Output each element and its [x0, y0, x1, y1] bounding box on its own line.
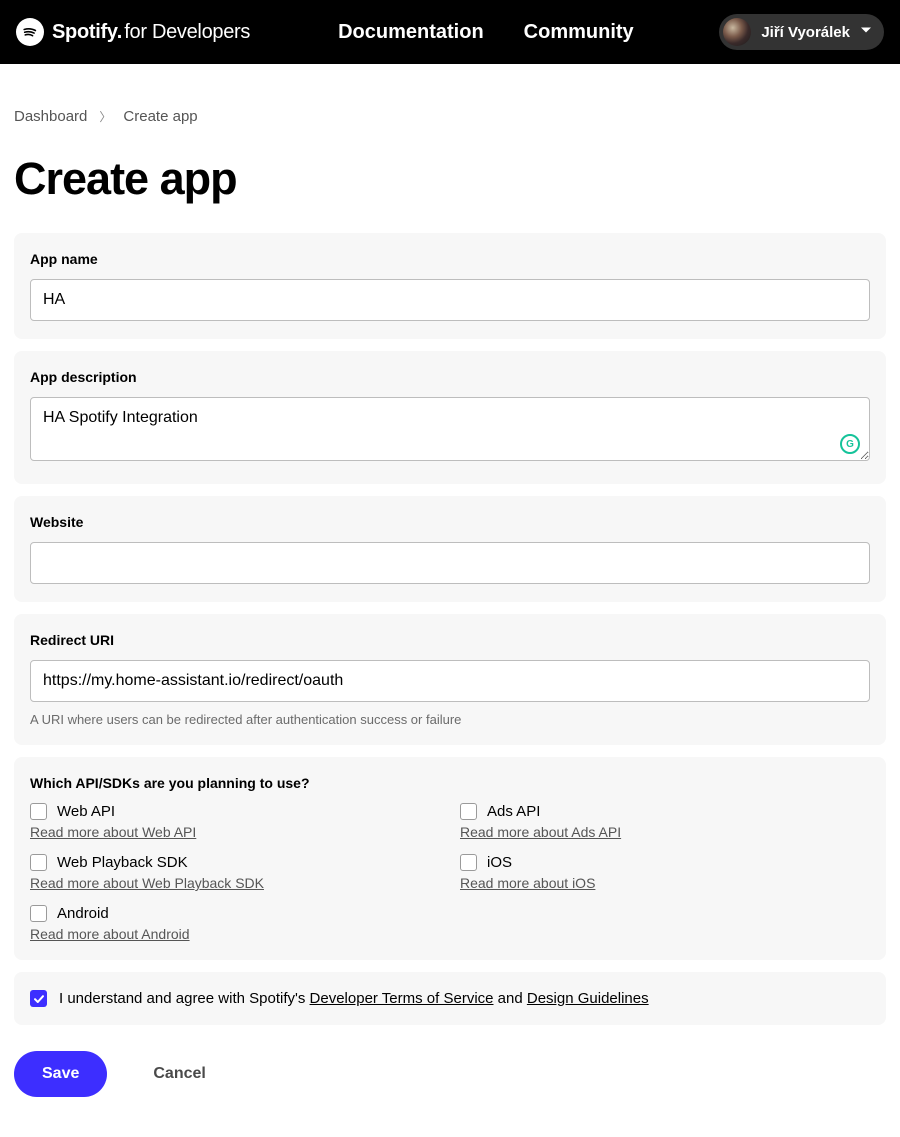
chevron-down-icon: [860, 23, 872, 41]
app-description-label: App description: [30, 369, 870, 385]
api-name: iOS: [487, 854, 512, 871]
breadcrumb: Dashboard 〉 Create app: [14, 64, 886, 125]
brand-main: Spotify: [52, 21, 118, 44]
redirect-uri-hint: A URI where users can be redirected afte…: [30, 712, 870, 727]
spotify-icon: [16, 18, 44, 46]
checkbox-ios[interactable]: [460, 854, 477, 871]
nav-documentation[interactable]: Documentation: [338, 21, 484, 44]
api-link-ads-api[interactable]: Read more about Ads API: [460, 824, 870, 840]
avatar: [723, 18, 751, 46]
api-name: Web Playback SDK: [57, 854, 188, 871]
apis-card: Which API/SDKs are you planning to use? …: [14, 757, 886, 960]
cancel-button[interactable]: Cancel: [153, 1065, 205, 1083]
agreement-card: I understand and agree with Spotify's De…: [14, 972, 886, 1025]
action-row: Save Cancel: [14, 1051, 886, 1097]
api-item-web-api: Web API Read more about Web API: [30, 803, 440, 840]
api-item-ios: iOS Read more about iOS: [460, 854, 870, 891]
breadcrumb-root[interactable]: Dashboard: [14, 108, 87, 125]
brand-text: Spotify . for Developers: [52, 21, 250, 44]
checkbox-web-api[interactable]: [30, 803, 47, 820]
apis-label: Which API/SDKs are you planning to use?: [30, 775, 870, 791]
api-link-web-playback-sdk[interactable]: Read more about Web Playback SDK: [30, 875, 440, 891]
api-link-ios[interactable]: Read more about iOS: [460, 875, 870, 891]
page-title: Create app: [14, 153, 886, 205]
link-terms-of-service[interactable]: Developer Terms of Service: [310, 990, 494, 1007]
link-design-guidelines[interactable]: Design Guidelines: [527, 990, 649, 1007]
nav-community[interactable]: Community: [524, 21, 634, 44]
redirect-uri-input[interactable]: [30, 660, 870, 702]
app-name-card: App name: [14, 233, 886, 339]
breadcrumb-current: Create app: [123, 108, 197, 125]
chevron-right-icon: 〉: [99, 108, 111, 125]
agree-text: I understand and agree with Spotify's De…: [59, 990, 649, 1007]
app-description-card: App description G: [14, 351, 886, 484]
checkbox-android[interactable]: [30, 905, 47, 922]
app-description-input[interactable]: [30, 397, 870, 461]
user-name: Jiří Vyorálek: [761, 24, 850, 41]
brand-sub: for Developers: [124, 21, 250, 44]
website-label: Website: [30, 514, 870, 530]
website-card: Website: [14, 496, 886, 602]
checkbox-ads-api[interactable]: [460, 803, 477, 820]
api-name: Ads API: [487, 803, 540, 820]
api-item-android: Android Read more about Android: [30, 905, 440, 942]
api-link-android[interactable]: Read more about Android: [30, 926, 440, 942]
api-item-web-playback-sdk: Web Playback SDK Read more about Web Pla…: [30, 854, 440, 891]
top-header: Spotify . for Developers Documentation C…: [0, 0, 900, 64]
api-link-web-api[interactable]: Read more about Web API: [30, 824, 440, 840]
api-name: Android: [57, 905, 109, 922]
api-name: Web API: [57, 803, 115, 820]
brand-logo[interactable]: Spotify . for Developers: [16, 18, 250, 46]
save-button[interactable]: Save: [14, 1051, 107, 1097]
redirect-uri-card: Redirect URI A URI where users can be re…: [14, 614, 886, 745]
app-name-input[interactable]: [30, 279, 870, 321]
api-item-ads-api: Ads API Read more about Ads API: [460, 803, 870, 840]
primary-nav: Documentation Community: [338, 21, 634, 44]
user-menu[interactable]: Jiří Vyorálek: [719, 14, 884, 50]
checkbox-agree[interactable]: [30, 990, 47, 1007]
grammarly-icon[interactable]: G: [840, 434, 860, 454]
redirect-uri-label: Redirect URI: [30, 632, 870, 648]
app-name-label: App name: [30, 251, 870, 267]
website-input[interactable]: [30, 542, 870, 584]
checkbox-web-playback-sdk[interactable]: [30, 854, 47, 871]
